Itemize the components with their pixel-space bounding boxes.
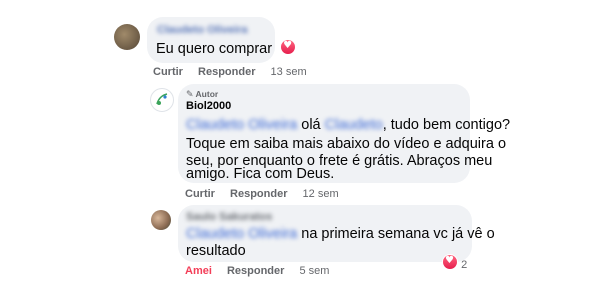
comment-text-line: amigo. Fica com Deus. [186, 166, 335, 182]
like-button[interactable]: Curtir [153, 66, 183, 78]
comment-author-name[interactable]: Claudeto Oliveira [157, 24, 247, 36]
comment-actions: Curtir Responder 12 sem [185, 188, 351, 200]
reaction-summary[interactable]: 2 [442, 254, 467, 271]
timestamp[interactable]: 12 sem [303, 188, 339, 200]
love-button[interactable]: Amei [185, 265, 212, 277]
like-button[interactable]: Curtir [185, 188, 215, 200]
comment-text-line: Claudeto Oliveira olá Claudeto, tudo bem… [186, 115, 511, 135]
reply-button[interactable]: Responder [198, 66, 255, 78]
timestamp[interactable]: 5 sem [300, 265, 330, 277]
comment-text: Eu quero comprar [156, 39, 297, 59]
comment-author-name[interactable]: Biol2000 [186, 99, 231, 113]
brand-logo-icon [156, 93, 168, 105]
mention-link[interactable]: Claudeto Oliveira [186, 115, 297, 135]
heart-icon[interactable] [280, 39, 297, 55]
comment-text-line: resultado [186, 243, 246, 259]
avatar[interactable] [114, 24, 140, 50]
comment-text-content: Eu quero comprar [156, 41, 273, 57]
avatar[interactable] [151, 210, 171, 230]
avatar[interactable] [150, 88, 174, 112]
mention-link[interactable]: Claudeto [325, 115, 383, 135]
comment-actions: Curtir Responder 13 sem [153, 66, 319, 78]
reaction-count: 2 [461, 259, 468, 271]
reply-button[interactable]: Responder [230, 188, 287, 200]
comment-actions: Amei Responder 5 sem [185, 265, 341, 277]
comment-author-name[interactable]: Saulo Sakuratos [186, 211, 272, 223]
reply-button[interactable]: Responder [227, 265, 284, 277]
heart-icon [442, 254, 458, 270]
timestamp[interactable]: 13 sem [271, 66, 307, 78]
